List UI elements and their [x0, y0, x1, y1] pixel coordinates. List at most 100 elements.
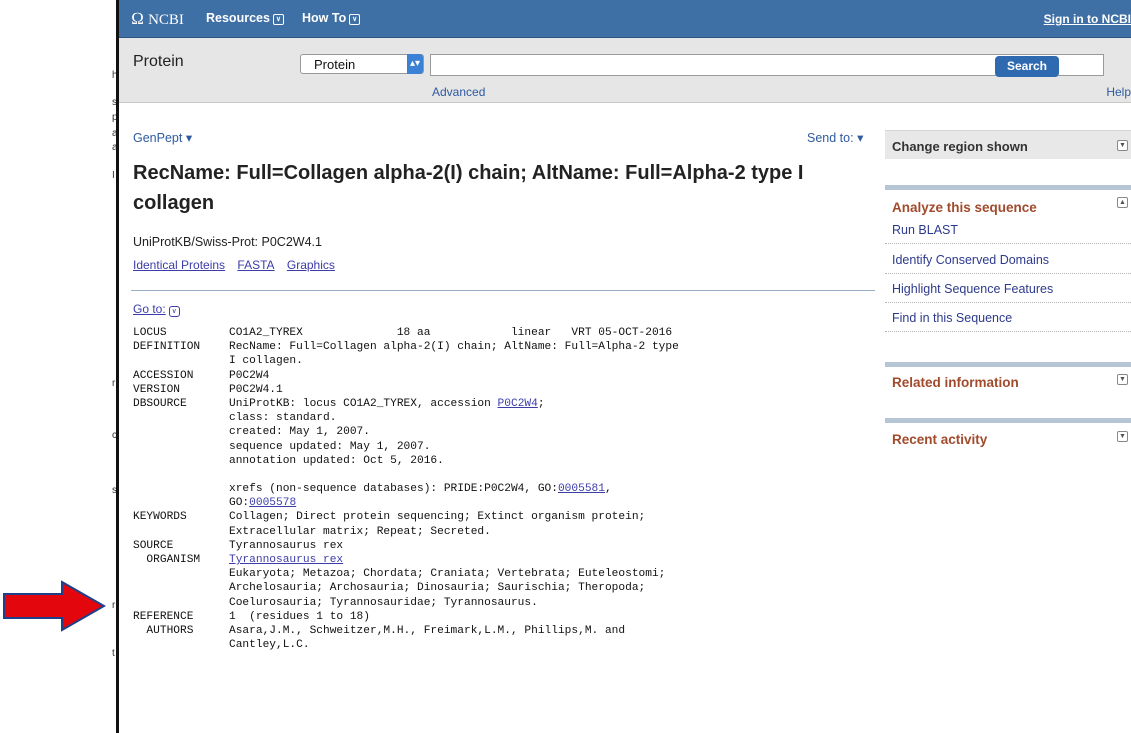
run-blast-link[interactable]: Run BLAST	[892, 223, 1131, 237]
record-field-value: I collagen.	[229, 355, 303, 368]
record-line: class: standard.	[133, 411, 679, 425]
record-line: AUTHORS Asara,J.M., Schweitzer,M.H., Frei…	[133, 624, 679, 638]
background-text-fragment: r	[112, 378, 116, 389]
related-information-title[interactable]: Related information	[892, 375, 1019, 390]
record-content: GenPept ▾ Send to: ▾ RecName: Full=Colla…	[119, 103, 879, 733]
record-line: REFERENCE 1 (residues 1 to 18)	[133, 610, 679, 624]
expand-toggle-icon[interactable]: ▼	[1117, 431, 1128, 442]
analyze-title: Analyze this sequence	[892, 200, 1037, 215]
record-field-value: created: May 1, 2007.	[229, 426, 370, 439]
ncbi-logo[interactable]: Ω NCBI	[131, 9, 184, 29]
record-line: created: May 1, 2007.	[133, 425, 679, 439]
record-field-suffix: ,	[604, 483, 612, 496]
genpept-record: LOCUS CO1A2_TYREX 18 aa linear VRT 05-OCT…	[133, 326, 679, 652]
record-field-name: KEYWORDS	[133, 511, 187, 524]
section-divider	[885, 418, 1131, 423]
record-line: DBSOURCE UniProtKB: locus CO1A2_TYREX, ac…	[133, 397, 679, 411]
record-line: Cantley,L.C.	[133, 638, 679, 652]
database-select-value: Protein	[314, 57, 356, 72]
howto-menu[interactable]: How To ∨	[302, 11, 361, 25]
record-field-name: DEFINITION	[133, 341, 201, 354]
record-link[interactable]: Tyrannosaurus rex	[229, 553, 343, 567]
record-field-value: Cantley,L.C.	[229, 639, 310, 652]
fasta-link[interactable]: FASTA	[237, 258, 274, 272]
page-title: RecName: Full=Collagen alpha-2(I) chain;…	[133, 162, 804, 214]
record-field-name	[133, 468, 229, 482]
find-in-sequence-link[interactable]: Find in this Sequence	[892, 311, 1131, 325]
advanced-search-link[interactable]: Advanced	[432, 85, 485, 99]
accession-line: UniProtKB/Swiss-Prot: P0C2W4.1	[133, 235, 322, 249]
chevron-down-icon: ∨	[272, 14, 284, 25]
identical-proteins-link[interactable]: Identical Proteins	[133, 258, 225, 272]
record-line: DEFINITION RecName: Full=Collagen alpha-2…	[133, 340, 679, 354]
database-select[interactable]: Protein ▴▾	[300, 54, 424, 74]
select-arrows-icon: ▴▾	[407, 54, 423, 74]
go-to-menu[interactable]: Go to: ∨	[133, 302, 180, 317]
browser-page: Ω NCBI Resources ∨ How To ∨ Sign in to NCBI…	[119, 0, 1131, 733]
record-field-value: annotation updated: Oct 5, 2016.	[229, 454, 444, 467]
ncbi-helix-icon: Ω	[131, 9, 145, 28]
record-field-name: ACCESSION	[133, 369, 194, 382]
recent-activity-title[interactable]: Recent activity	[892, 432, 987, 447]
record-link[interactable]: P0C2W4	[498, 397, 538, 411]
background-text-fragment: I	[112, 170, 115, 181]
record-field-value: Eukaryota; Metazoa; Chordata; Craniata; …	[229, 568, 666, 581]
record-field-name	[133, 425, 229, 439]
record-field-value: RecName: Full=Collagen alpha-2(I) chain;…	[229, 341, 679, 354]
background-text-fragment: t	[112, 648, 115, 659]
search-button[interactable]: Search	[995, 56, 1059, 77]
search-bar: Protein Protein ▴▾ Search Advanced Help	[119, 38, 1131, 103]
background-text-fragment: r	[112, 600, 116, 611]
record-field-name	[133, 440, 229, 454]
record-line: xrefs (non-sequence databases): PRIDE:P0…	[133, 482, 679, 496]
send-to-menu[interactable]: Send to: ▾	[807, 130, 863, 145]
record-line: sequence updated: May 1, 2007.	[133, 440, 679, 454]
record-field-value: Extracellular matrix; Repeat; Secreted.	[229, 525, 491, 538]
record-field-name	[133, 596, 229, 610]
go-to-label: Go to:	[133, 302, 166, 316]
right-sidebar: Change region shown ▼ Analyze this seque…	[885, 103, 1131, 733]
record-field-suffix: ;	[537, 397, 545, 410]
graphics-link[interactable]: Graphics	[287, 258, 335, 272]
collapse-toggle-icon[interactable]: ▲	[1117, 197, 1128, 208]
record-field-name: VERSION	[133, 383, 180, 396]
record-field-name: SOURCE	[133, 539, 174, 552]
change-region-title: Change region shown	[892, 139, 1028, 154]
expand-toggle-icon[interactable]: ▼	[1117, 374, 1128, 385]
sign-in-link[interactable]: Sign in to NCBI	[1044, 12, 1131, 26]
item-divider	[885, 273, 1131, 275]
record-link[interactable]: 0005578	[249, 496, 296, 510]
format-menu[interactable]: GenPept ▾	[133, 130, 192, 145]
record-field-value: Collagen; Direct protein sequencing; Ext…	[229, 511, 646, 524]
caret-down-icon: ▾	[857, 131, 864, 145]
conserved-domains-link[interactable]: Identify Conserved Domains	[892, 253, 1131, 267]
record-line: KEYWORDS Collagen; Direct protein sequenc…	[133, 510, 679, 524]
expand-toggle-icon[interactable]: ▼	[1117, 140, 1128, 151]
record-field-name: LOCUS	[133, 327, 167, 339]
howto-label: How To	[302, 11, 347, 25]
send-to-label: Send to:	[807, 131, 854, 145]
record-field-name: ORGANISM	[133, 554, 201, 566]
record-field-value: Asara,J.M., Schweitzer,M.H., Freimark,L.…	[229, 624, 626, 637]
format-label: GenPept	[133, 131, 183, 145]
record-line: Eukaryota; Metazoa; Chordata; Craniata; …	[133, 567, 679, 581]
record-line: ORGANISM Tyrannosaurus rex	[133, 553, 679, 567]
record-line: Extracellular matrix; Repeat; Secreted.	[133, 525, 679, 539]
resources-menu[interactable]: Resources ∨	[206, 11, 284, 25]
record-field-value: Archelosauria; Archosauria; Dinosauria; …	[229, 582, 646, 595]
record-field-name	[133, 496, 229, 510]
record-field-name	[133, 411, 229, 425]
record-field-name	[133, 525, 229, 539]
record-line: annotation updated: Oct 5, 2016.	[133, 454, 679, 468]
change-region-panel[interactable]: Change region shown ▼	[885, 130, 1131, 159]
record-field-value: UniProtKB: locus CO1A2_TYREX, accession	[229, 397, 498, 410]
chevron-down-icon: ∨	[168, 306, 180, 317]
record-line: I collagen.	[133, 354, 679, 368]
record-field-value: P0C2W4.1	[229, 383, 283, 396]
record-line: Coelurosauria; Tyrannosauridae; Tyrannos…	[133, 596, 679, 610]
record-field-value: CO1A2_TYREX 18 aa linear VRT 05-OCT-2016	[229, 327, 673, 339]
record-field-name	[133, 581, 229, 595]
highlight-features-link[interactable]: Highlight Sequence Features	[892, 282, 1131, 296]
record-link[interactable]: 0005581	[558, 482, 605, 496]
help-link[interactable]: Help	[1106, 85, 1131, 99]
